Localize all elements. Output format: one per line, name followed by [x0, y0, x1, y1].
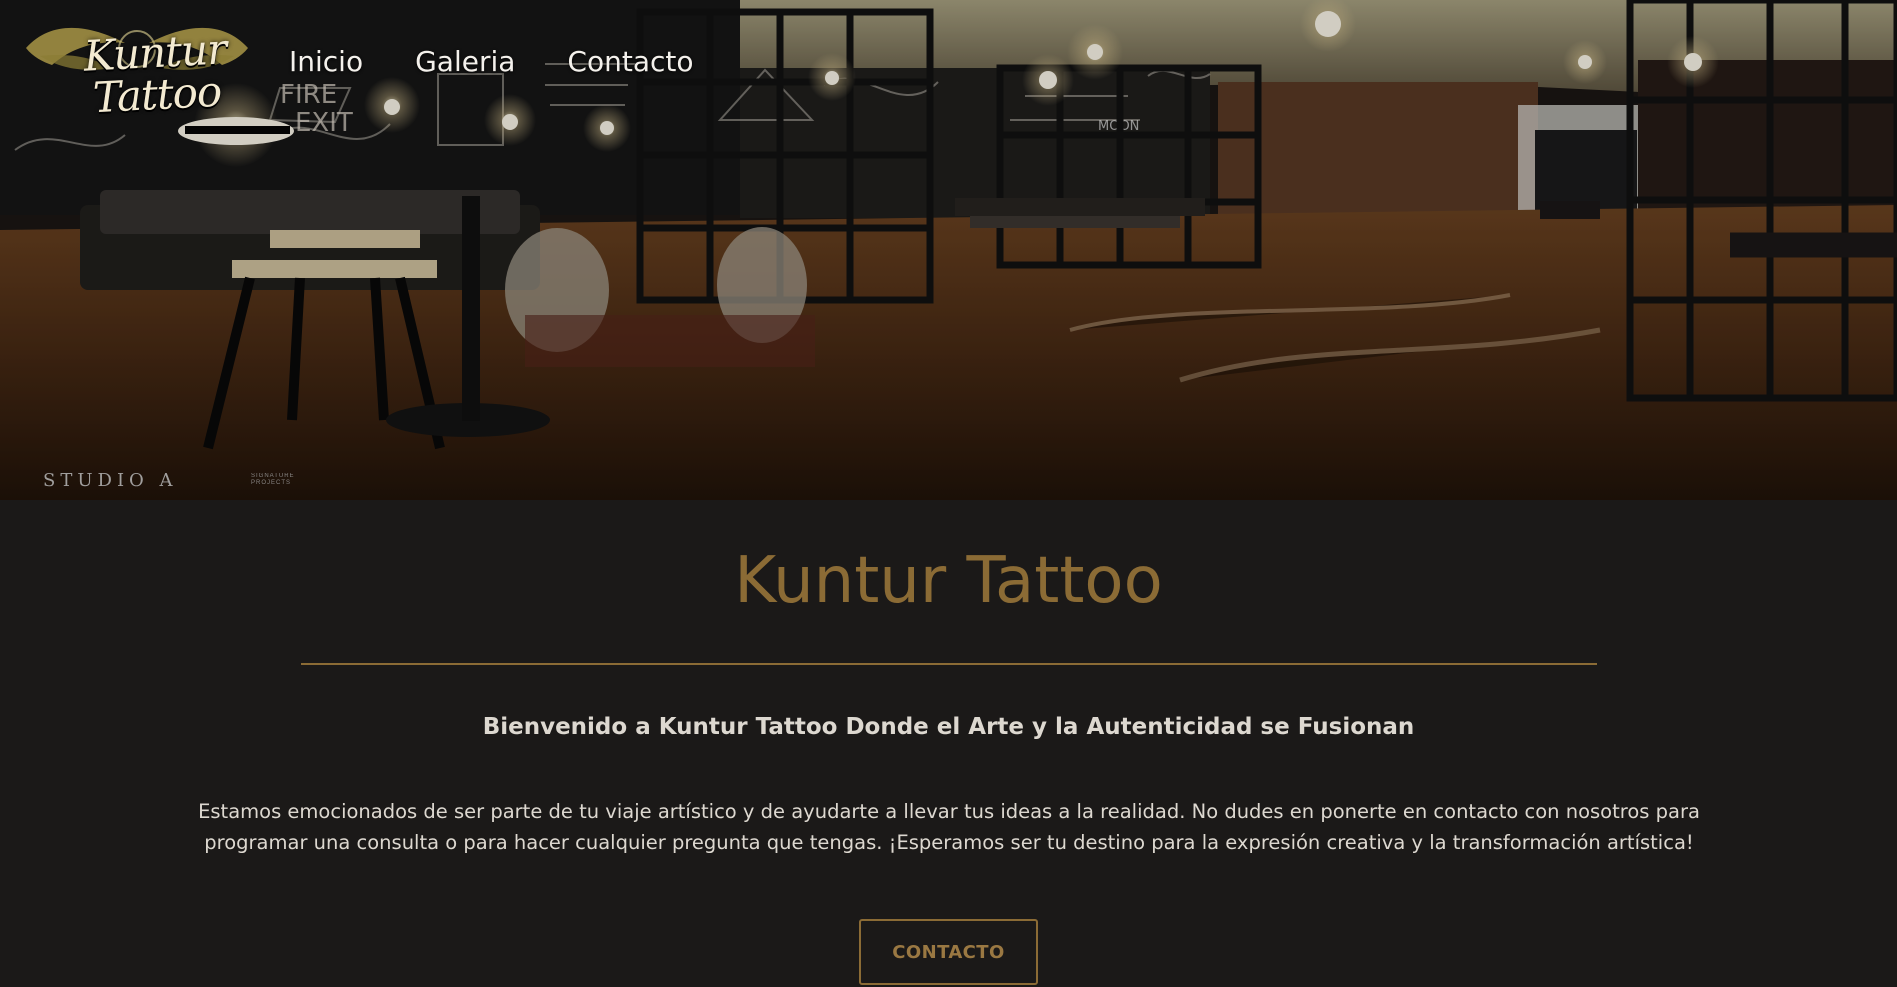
- studio-subcredit: SIGNATURE PROJECTS: [251, 473, 295, 486]
- main-navigation: Inicio Galeria Contacto: [289, 42, 693, 82]
- tattoo-studio-photo: FIRE EXIT MOON: [0, 0, 1897, 500]
- nav-link-inicio[interactable]: Inicio: [289, 42, 363, 82]
- hero-banner: FIRE EXIT MOON Kuntur Tattoo Inicio Gale…: [0, 0, 1897, 500]
- contacto-button[interactable]: CONTACTO: [859, 919, 1038, 985]
- intro-paragraph: Estamos emocionados de ser parte de tu v…: [198, 800, 1700, 854]
- studio-credit: STUDIO A: [43, 470, 178, 491]
- welcome-heading: Bienvenido a Kuntur Tattoo Donde el Arte…: [482, 714, 1415, 740]
- page-title: Kuntur Tattoo: [734, 544, 1163, 618]
- brand-logo[interactable]: Kuntur Tattoo: [18, 10, 256, 122]
- nav-link-galeria[interactable]: Galeria: [415, 42, 515, 82]
- welcome-section: Kuntur Tattoo Bienvenido a Kuntur Tattoo…: [0, 500, 1897, 987]
- logo-text: Kuntur Tattoo: [82, 24, 228, 123]
- nav-link-contacto[interactable]: Contacto: [567, 42, 693, 82]
- gold-divider: [301, 663, 1597, 665]
